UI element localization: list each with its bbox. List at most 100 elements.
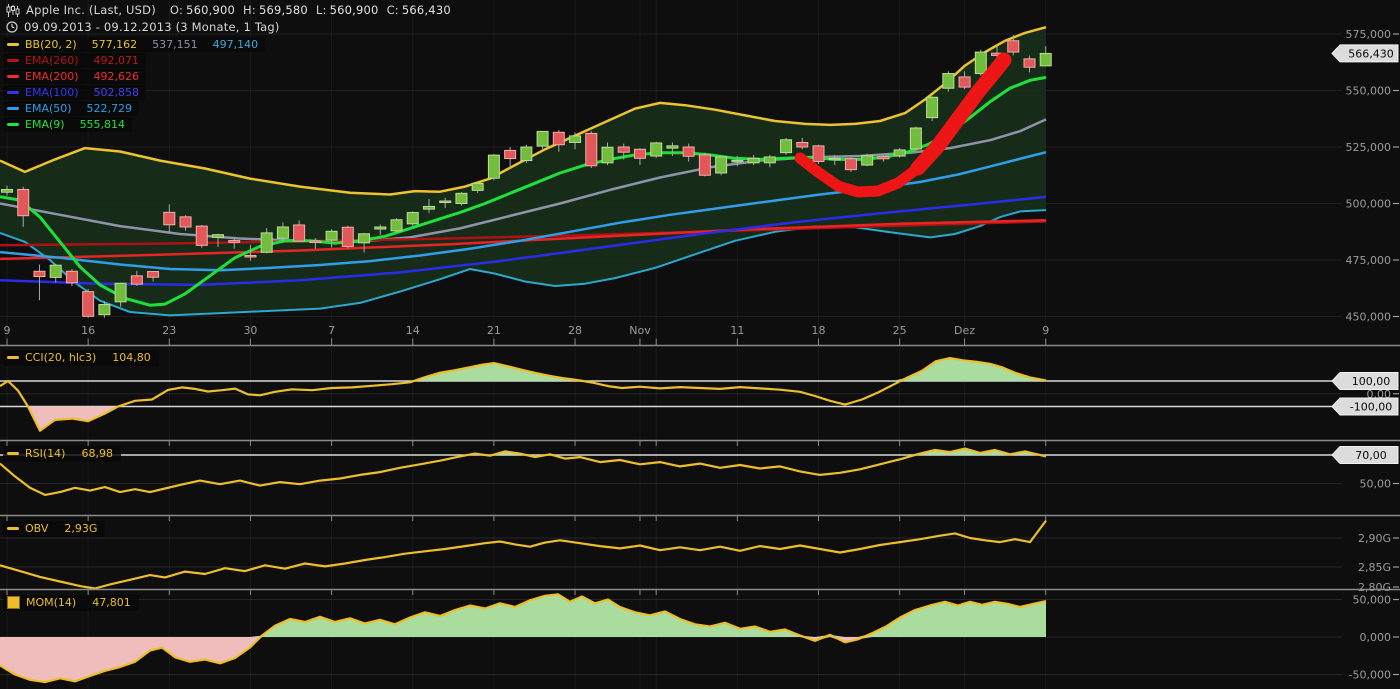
x-axis-label: 28 [568,324,582,337]
mom-overbought-fill [0,594,1046,637]
candle-up [359,234,370,243]
candle-up [277,227,288,238]
legend-name: EMA(50) [25,102,72,115]
candle-down [83,292,94,317]
chart-window: 91623307142128Nov111825Dez9575,000550,00… [0,0,1400,689]
price-axis-label: 550,000 [1346,85,1392,98]
obv-axis-label: 2,80G [1358,581,1391,594]
price-axis: 575,000550,000525,000500,000475,000450,0… [1346,28,1400,324]
candle-up [764,157,775,163]
price-axis-label: 525,000 [1346,141,1392,154]
x-axis-label: 30 [243,324,257,337]
legend-row-ema-260-[interactable]: EMA(260)492,071 [3,53,146,68]
rsi-value: 68,98 [81,447,113,460]
candle-down [196,226,207,245]
candle-down [845,159,856,170]
candle-down [229,241,240,243]
candle-down [18,189,29,215]
mom-oversold-fill [0,637,1046,682]
rsi-panel-title[interactable]: RSI(14) 68,98 [3,446,121,462]
x-axis-label: 9 [4,324,11,337]
x-axis-label: 7 [328,324,335,337]
obv-value: 2,93G [64,522,97,535]
x-axis-label: 9 [1042,324,1049,337]
candle-up [910,128,921,149]
ohlc-label: L: [316,3,327,17]
legend-name: EMA(200) [25,70,79,83]
legend-value: 502,858 [94,86,140,99]
x-axis-label: 11 [730,324,744,337]
yellow-square-icon [7,596,20,609]
candle-up [748,158,759,163]
ohlc-label: O: [170,3,183,17]
legend-row-bb-20-2-[interactable]: BB(20, 2)577,162537,151497,140 [3,37,265,52]
mom-panel-title[interactable]: MOM(14) 47,801 [3,595,139,611]
x-axis: 91623307142128Nov111825Dez9 [0,324,1400,346]
x-axis-label: 18 [812,324,826,337]
chart-canvas[interactable]: 91623307142128Nov111825Dez9575,000550,00… [0,0,1400,689]
candle-down [164,212,175,224]
legend-row-ema-100-[interactable]: EMA(100)502,858 [3,85,146,100]
legend-row-ema-200-[interactable]: EMA(200) 492,626 [3,69,146,84]
candle-down [586,133,597,165]
candle-down [797,142,808,147]
ohlc-value: 560,900 [186,3,235,17]
candle-down [683,147,694,156]
obv-panel-title[interactable]: OBV 2,93G [3,521,105,537]
candle-up [115,283,126,302]
candle-down [618,147,629,152]
mom-title-label: MOM(14) [26,596,76,609]
candle-up [326,231,337,240]
ohlc-value: 566,430 [402,3,451,17]
candle-down [34,271,45,276]
instrument-title: Apple Inc. (Last, USD) [26,3,156,17]
candle-up [716,157,727,173]
candle-up [423,206,434,209]
legend-row-ema-9-[interactable]: EMA(9)555,814 [3,117,132,132]
candle-down [310,241,321,243]
candle-down [245,255,256,256]
obv-axis-label: 2,85G [1358,561,1391,574]
ohlc-value: 560,900 [330,3,379,17]
x-axis-label: 14 [406,324,420,337]
line-color-icon [7,43,19,46]
last-price-badge-text: 566,430 [1348,47,1394,60]
cci-panel-title[interactable]: CCI(20, hlc3) 104,80 [3,350,159,366]
cci-title-label: CCI(20, hlc3) [25,351,96,364]
candle-up [894,150,905,156]
legend-value: 492,071 [94,54,140,67]
x-axis-label: 16 [81,324,95,337]
candle-down [878,157,889,159]
legend-value: 522,729 [87,102,133,115]
candle-down [294,225,305,241]
candle-up [50,265,61,277]
rsi-axis-label: 50,00 [1360,478,1392,491]
candle-down [66,271,77,283]
candle-up [862,156,873,165]
candle-up [407,213,418,224]
legend-value: 577,162 [92,38,138,51]
candle-down [180,217,191,227]
instrument-header: Apple Inc. (Last, USD) O:560,900H:569,58… [6,3,451,17]
obv-title-label: OBV [25,522,48,535]
panel-cci: 0,00 [0,358,1399,431]
obv-axis-label: 2,90G [1358,532,1391,545]
candle-down [131,276,142,284]
legend-row-ema-50-[interactable]: EMA(50) 522,729 [3,101,139,116]
date-range-row: 09.09.2013 - 09.12.2013 (3 Monate, 1 Tag… [6,20,280,34]
price-axis-label: 500,000 [1346,198,1392,211]
line-color-icon [7,59,19,62]
x-axis-label: 21 [487,324,501,337]
line-color-icon [7,75,19,78]
mom-axis-label: 0,000 [1360,631,1392,644]
legend-value: 492,626 [94,70,140,83]
candle-down [634,149,645,158]
date-range-label: 09.09.2013 - 09.12.2013 (3 Monate, 1 Tag… [24,20,280,34]
candle-down [813,146,824,162]
ohlc-label: H: [243,3,256,17]
candle-up [732,160,743,162]
candlestick-chart-icon [6,4,20,17]
candle-up [651,143,662,156]
cci-level-badge-text: -100,00 [1350,401,1392,414]
legend-name: EMA(9) [25,118,65,131]
